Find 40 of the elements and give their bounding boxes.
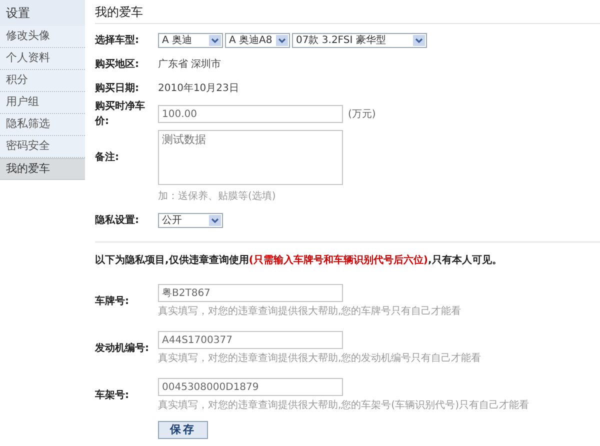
hint-text: 真实填写，对您的违章查询提供很大帮助,您的车牌号只有自己才能看 bbox=[158, 304, 462, 319]
sidebar-item[interactable]: 用户组 bbox=[0, 92, 85, 114]
sidebar-item[interactable]: 修改头像 bbox=[0, 26, 85, 48]
chevron-down-icon bbox=[413, 34, 425, 46]
field-value: 2010年10月23日 bbox=[158, 82, 239, 96]
sidebar-item[interactable]: 我的爱车 bbox=[0, 158, 85, 180]
field-value: 广东省 深圳市 bbox=[158, 58, 222, 72]
field-label: 车架号: bbox=[95, 388, 130, 403]
input-field[interactable]: 100.00 bbox=[158, 105, 343, 123]
hint-text: 加：送保养、贴膜等(选填) bbox=[158, 190, 276, 204]
input-field[interactable]: A44S1700377 bbox=[158, 331, 343, 349]
unit-label: (万元) bbox=[348, 108, 376, 122]
field-label: 车牌号: bbox=[95, 294, 130, 309]
field-label: 隐私设置: bbox=[95, 214, 140, 228]
dropdown[interactable]: A 奥迪 bbox=[158, 32, 223, 48]
privacy-notice: 以下为隐私项目,仅供违章查询使用(只需输入车牌号和车辆识别代号后六位),只有本人可见。 bbox=[95, 253, 503, 268]
chevron-down-icon bbox=[276, 34, 288, 46]
sidebar-title: 设置 bbox=[6, 5, 30, 22]
chevron-down-icon bbox=[209, 214, 221, 226]
hint-text: 真实填写，对您的违章查询提供很大帮助,您的发动机编号只有自己才能看 bbox=[158, 352, 482, 366]
sidebar-item[interactable]: 积分 bbox=[0, 70, 85, 92]
dropdown[interactable]: 公开 bbox=[158, 212, 223, 228]
field-label: 购买地区: bbox=[95, 58, 140, 72]
save-button[interactable]: 保存 bbox=[158, 421, 208, 439]
field-label: 购买日期: bbox=[95, 82, 140, 96]
field-label: 备注: bbox=[95, 150, 120, 165]
dropdown[interactable]: A 奥迪A8 bbox=[225, 32, 290, 48]
page-title: 我的爱车 bbox=[95, 4, 143, 20]
input-field[interactable]: 0045308000D1879 bbox=[158, 378, 343, 396]
sidebar-item[interactable]: 个人资料 bbox=[0, 48, 85, 70]
input-field[interactable]: 粤B2T867 bbox=[158, 284, 343, 302]
field-label: 购买时净车价: bbox=[95, 99, 146, 129]
hint-text: 真实填写，对您的违章查询提供很大帮助,您的车架号(车辆识别代号)只有自己才能看 bbox=[158, 398, 529, 413]
field-label: 选择车型: bbox=[95, 33, 140, 48]
field-label: 发动机编号: bbox=[95, 342, 150, 356]
sidebar-item[interactable]: 密码安全 bbox=[0, 136, 85, 158]
text-area[interactable]: 测试数据 bbox=[158, 130, 343, 185]
sidebar-item[interactable]: 隐私筛选 bbox=[0, 114, 85, 136]
chevron-down-icon bbox=[209, 34, 221, 46]
dropdown[interactable]: 07款 3.2FSI 豪华型 bbox=[292, 32, 427, 48]
